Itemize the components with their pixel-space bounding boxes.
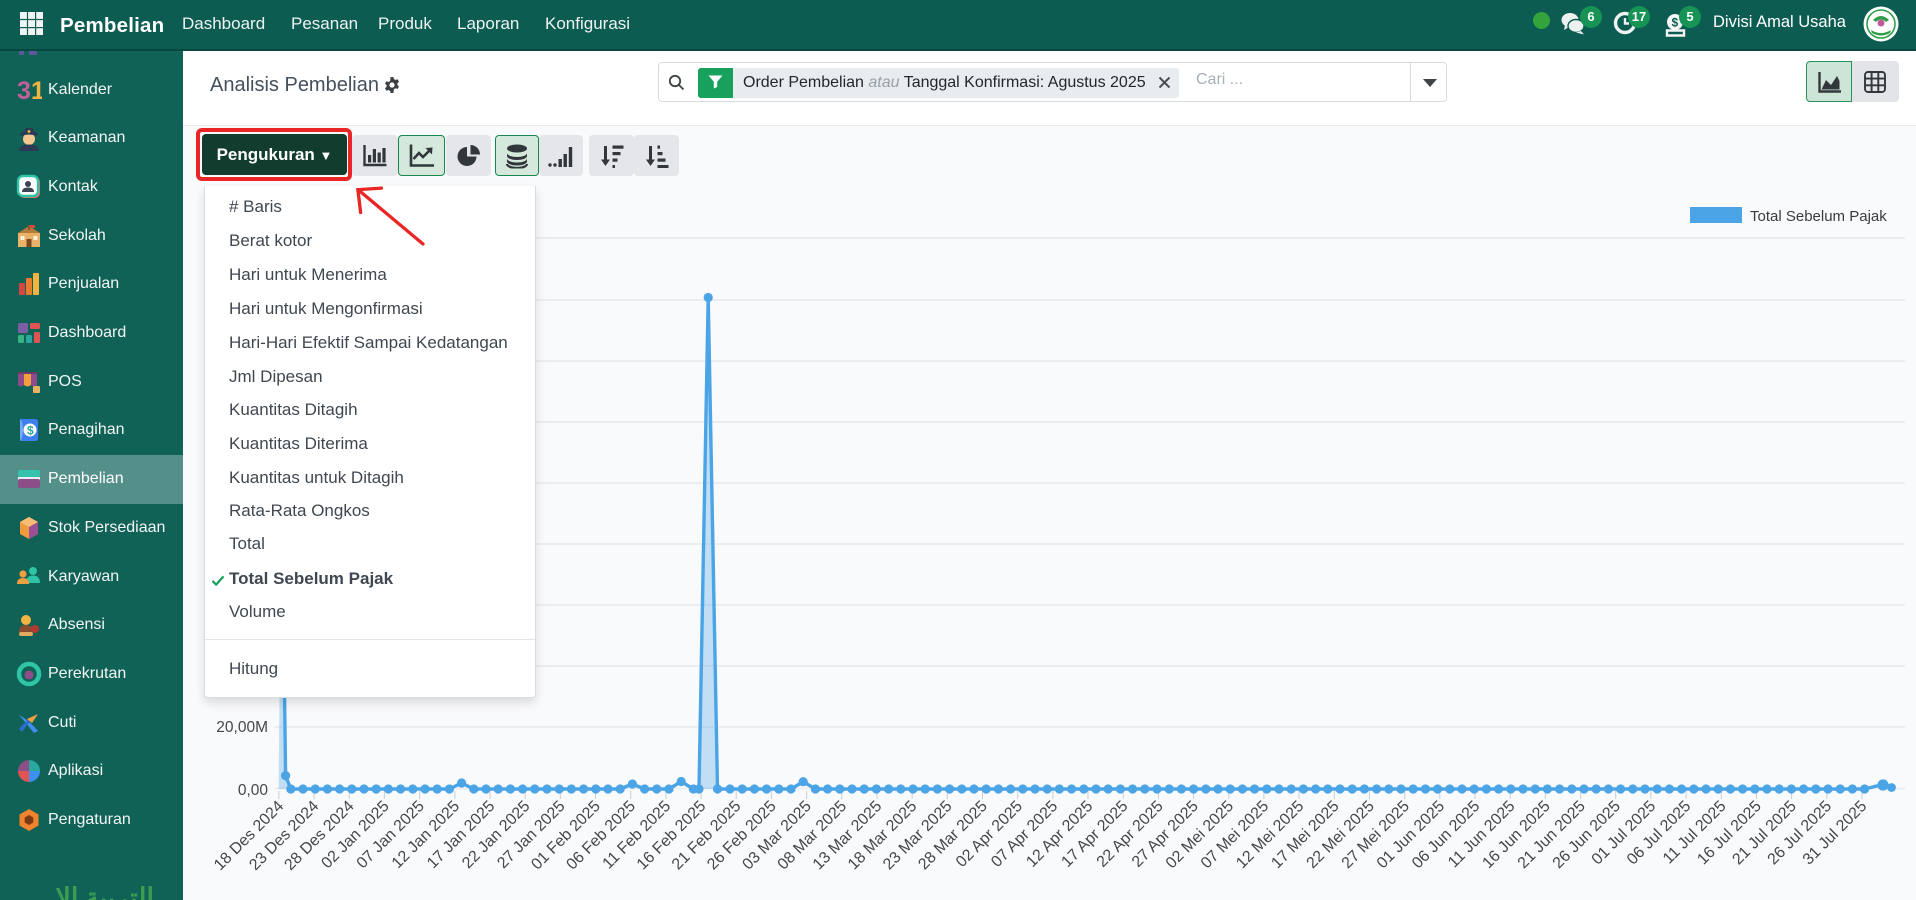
svg-text:20,00M: 20,00M — [216, 719, 268, 736]
svg-text:1: 1 — [31, 77, 42, 103]
svg-text:0,00: 0,00 — [238, 782, 269, 799]
svg-text:$: $ — [1672, 16, 1679, 30]
svg-text:3: 3 — [17, 77, 31, 103]
svg-text:التربية الإ: التربية الإ — [54, 883, 154, 900]
svg-text:$: $ — [27, 424, 34, 438]
svg-text:Total Sebelum Pajak: Total Sebelum Pajak — [1750, 208, 1887, 225]
